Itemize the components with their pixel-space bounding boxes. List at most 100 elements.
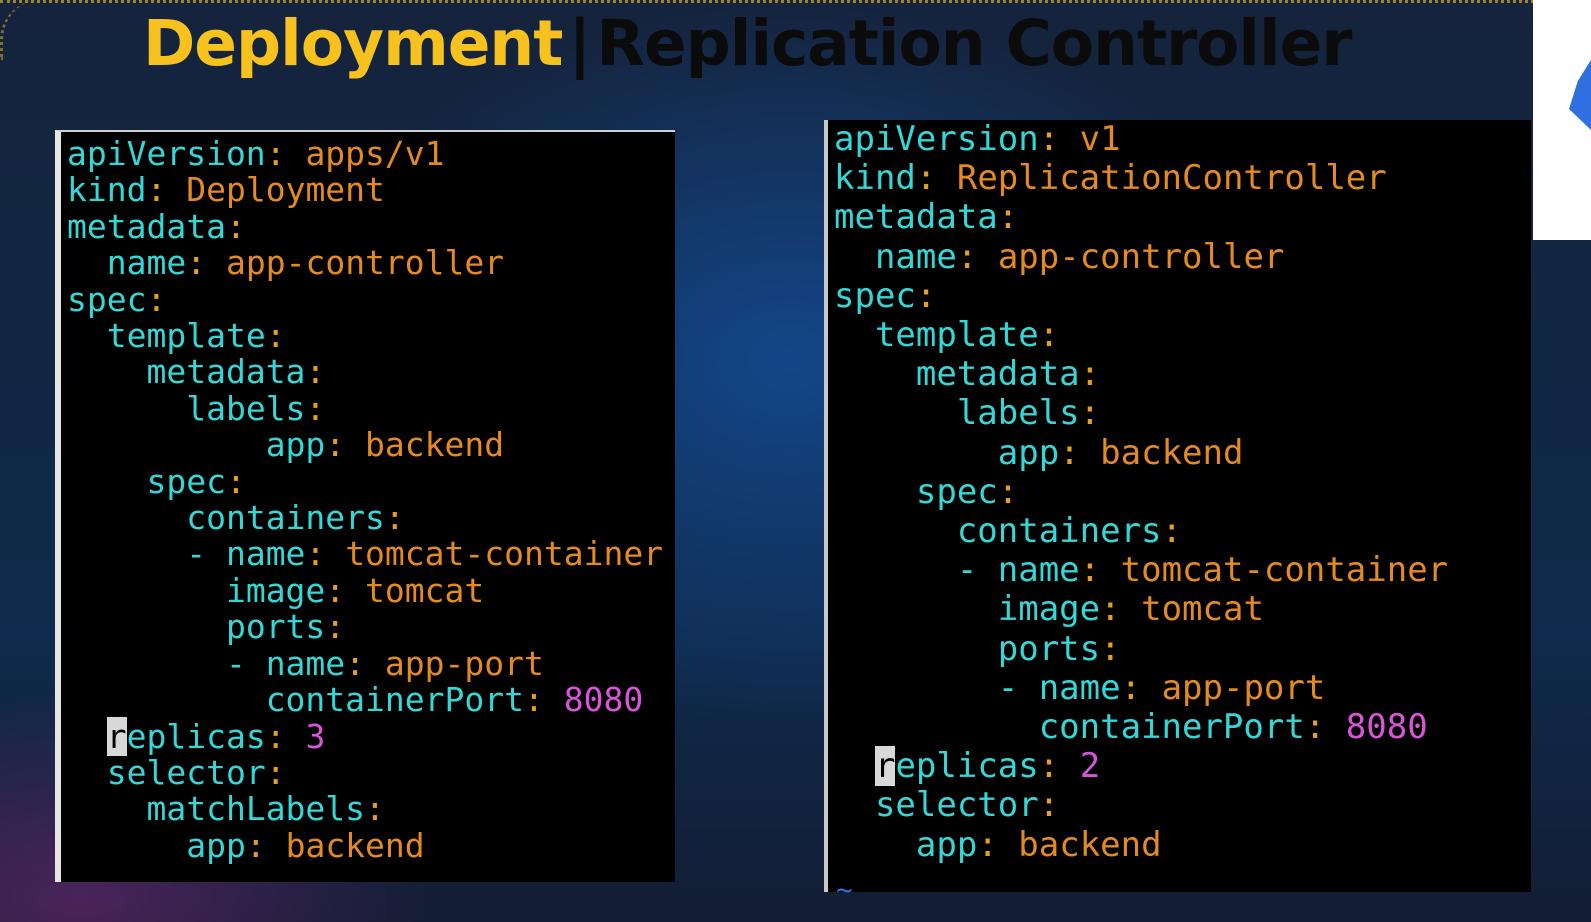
yaml-indent [67, 352, 146, 391]
yaml-key: selector [106, 752, 266, 792]
yaml-indent [834, 237, 875, 277]
yaml-colon: : [997, 197, 1019, 238]
yaml-colon: : [1161, 511, 1183, 552]
yaml-key: apiVersion [834, 119, 1039, 159]
yaml-colon: : [146, 170, 167, 210]
yaml-indent [67, 607, 226, 646]
yaml-colon: : [325, 570, 346, 610]
yaml-value: tomcat-container [1120, 550, 1449, 591]
yaml-indent [834, 472, 916, 512]
yaml-indent [834, 393, 957, 433]
yaml-key: spec [67, 279, 147, 319]
yaml-indent [67, 425, 266, 464]
yaml-line: apiVersion: v1 [834, 119, 1448, 159]
yaml-line: app: backend [834, 824, 1448, 865]
replication-controller-yaml-code: apiVersion: v1 kind: ReplicationControlle… [834, 119, 1448, 865]
yaml-line: apiVersion: apps/v1 [67, 135, 663, 172]
yaml-indent: - [834, 667, 1039, 708]
yaml-colon: : [977, 824, 998, 865]
yaml-value: 3 [305, 716, 326, 756]
yaml-colon: : [1100, 628, 1121, 669]
yaml-key: ports [997, 628, 1101, 669]
yaml-line: kind: Deployment [67, 172, 663, 208]
yaml-key: spec [915, 471, 998, 512]
yaml-value: app-controller [997, 236, 1285, 277]
yaml-key: template [874, 315, 1039, 356]
yaml-indent [67, 498, 186, 537]
yaml-value: app-controller [225, 243, 505, 283]
yaml-key: name [106, 243, 187, 283]
yaml-key: name [874, 236, 957, 277]
yaml-indent [834, 629, 998, 669]
deployment-yaml-code: apiVersion: apps/v1 kind: Deployment metad… [67, 135, 664, 865]
yaml-indent [67, 680, 266, 719]
yaml-colon: : [915, 158, 937, 199]
yaml-indent [834, 785, 875, 825]
yaml-key: replicas [106, 716, 266, 756]
yaml-key: app [915, 824, 978, 865]
yaml-indent: - [834, 550, 998, 591]
yaml-colon: : [1038, 119, 1060, 159]
yaml-value: app-port [384, 643, 544, 683]
yaml-value: tomcat [1141, 589, 1264, 630]
yaml-key: app [186, 825, 246, 865]
yaml-line: containerPort: 8080 [834, 707, 1448, 747]
yaml-line: template: [67, 316, 663, 356]
yaml-key: kind [834, 158, 916, 199]
yaml-indent [67, 316, 107, 355]
yaml-indent [834, 354, 916, 394]
yaml-indent [834, 825, 916, 865]
yaml-line: containerPort: 8080 [67, 680, 663, 720]
yaml-key: image [997, 589, 1101, 630]
yaml-line: metadata: [834, 355, 1448, 394]
yaml-key: name [265, 643, 346, 683]
yaml-colon: : [245, 825, 266, 865]
yaml-colon: : [345, 643, 366, 683]
yaml-indent [834, 589, 998, 629]
yaml-key: containers [956, 511, 1162, 552]
replication-controller-yaml-terminal: apiVersion: v1 kind: ReplicationControlle… [824, 119, 1531, 906]
yaml-indent [67, 789, 146, 828]
yaml-colon: : [997, 471, 1019, 512]
yaml-key: template [106, 316, 266, 356]
yaml-line: app: backend [67, 825, 663, 865]
yaml-colon: : [384, 498, 405, 538]
yaml-value: app-port [1161, 667, 1326, 708]
yaml-key: containerPort [265, 680, 524, 720]
yaml-line: name: app-controller [834, 236, 1448, 277]
yaml-key: replicas [874, 746, 1039, 787]
yaml-colon: : [325, 425, 346, 465]
yaml-line: - name: tomcat-container [834, 551, 1448, 590]
yaml-value: backend [1018, 824, 1162, 865]
yaml-key: app [265, 425, 326, 465]
yaml-line: spec: [834, 275, 1448, 316]
yaml-indent [67, 243, 107, 282]
yaml-line: selector: [67, 752, 663, 792]
yaml-value: backend [365, 425, 505, 465]
yaml-colon: : [265, 752, 286, 792]
yaml-value: 2 [1079, 746, 1101, 787]
yaml-colon: : [915, 275, 937, 316]
yaml-key: app [997, 432, 1060, 473]
yaml-colon: : [1038, 315, 1060, 356]
yaml-value: tomcat-container [345, 534, 664, 574]
yaml-key: selector [874, 785, 1039, 826]
yaml-key: ports [225, 607, 326, 647]
yaml-colon: : [305, 352, 326, 392]
yaml-line: spec: [834, 471, 1448, 512]
yaml-line: matchLabels: [67, 791, 663, 827]
yaml-colon: : [956, 236, 978, 277]
yaml-key: metadata [67, 206, 226, 246]
yaml-colon: : [305, 534, 326, 574]
yaml-line: containers: [834, 511, 1448, 552]
yaml-colon: : [1100, 589, 1121, 630]
text-cursor: r [874, 746, 896, 787]
yaml-colon: : [325, 607, 346, 647]
text-cursor: r [106, 716, 127, 756]
yaml-line: spec: [67, 279, 663, 319]
yaml-indent [67, 389, 186, 428]
yaml-line: ports: [67, 609, 663, 645]
yaml-key: metadata [146, 352, 306, 392]
yaml-line: replicas: 2 [834, 746, 1448, 787]
yaml-line: image: tomcat [67, 570, 663, 610]
